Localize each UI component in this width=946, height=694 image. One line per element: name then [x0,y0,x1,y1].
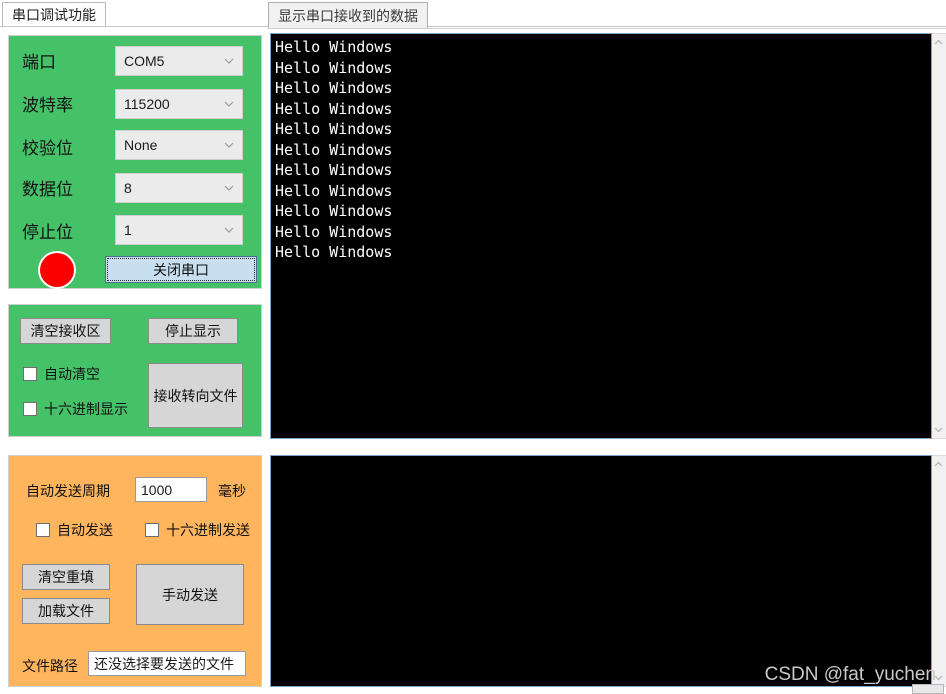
manual-send-button[interactable]: 手动发送 [136,564,244,625]
tab-receive-display[interactable]: 显示串口接收到的数据 [268,2,428,28]
status-led-icon [40,253,74,287]
checkbox-auto-send-label: 自动发送 [57,522,113,538]
checkbox-auto-send[interactable]: 自动发送 [36,520,113,540]
send-console-text [271,456,931,459]
combo-baudrate-value: 115200 [124,96,170,112]
label-port: 端口 [22,53,56,72]
label-milliseconds: 毫秒 [218,483,246,499]
scroll-down-icon[interactable] [932,422,945,437]
file-path-input[interactable]: 还没选择要发送的文件 [88,651,246,676]
checkbox-hex-display-box[interactable] [23,402,37,416]
checkbox-hex-send[interactable]: 十六进制发送 [145,520,250,540]
checkbox-hex-display[interactable]: 十六进制显示 [23,399,128,419]
tabstrip-divider-right [268,28,946,29]
checkbox-auto-send-box[interactable] [36,523,50,537]
receive-console-text: Hello Windows Hello Windows Hello Window… [275,38,393,261]
label-stopbits: 停止位 [22,223,73,242]
label-file-path: 文件路径 [22,658,78,674]
combo-baudrate[interactable]: 115200 [115,89,243,119]
auto-send-period-input[interactable]: 1000 [135,477,207,502]
label-baudrate: 波特率 [22,96,73,115]
chevron-down-icon [224,183,234,193]
tabstrip-divider [0,26,946,27]
load-file-button[interactable]: 加载文件 [22,598,110,624]
label-parity: 校验位 [22,139,73,158]
tab-main[interactable]: 串口调试功能 [2,2,106,26]
checkbox-auto-clear-label: 自动清空 [44,366,100,382]
checkbox-hex-display-label: 十六进制显示 [44,401,128,417]
chevron-down-icon [224,99,234,109]
receive-console[interactable]: Hello Windows Hello Windows Hello Window… [270,33,932,439]
combo-parity[interactable]: None [115,130,243,160]
combo-port[interactable]: COM5 [115,46,243,76]
chevron-down-icon [224,140,234,150]
clear-receive-button[interactable]: 清空接收区 [20,318,111,344]
combo-parity-value: None [124,137,158,153]
toggle-port-button[interactable]: 关闭串口 [105,256,257,283]
combo-databits[interactable]: 8 [115,173,243,203]
receive-console-scrollbar[interactable] [932,33,946,439]
send-console[interactable] [270,455,932,687]
label-auto-send-period: 自动发送周期 [26,483,110,499]
scroll-up-icon[interactable] [932,457,945,472]
label-databits: 数据位 [22,180,73,199]
checkbox-hex-send-label: 十六进制发送 [166,522,250,538]
chevron-down-icon [224,225,234,235]
checkbox-hex-send-box[interactable] [145,523,159,537]
scroll-down-icon[interactable] [932,670,945,685]
chevron-down-icon [224,56,234,66]
stop-display-button[interactable]: 停止显示 [148,318,238,344]
combo-stopbits-value: 1 [124,222,132,238]
checkbox-auto-clear[interactable]: 自动清空 [23,364,100,384]
combo-port-value: COM5 [124,53,165,69]
combo-databits-value: 8 [124,180,132,196]
combo-stopbits[interactable]: 1 [115,215,243,245]
checkbox-auto-clear-box[interactable] [23,367,37,381]
redirect-to-file-button[interactable]: 接收转向文件 [148,363,243,428]
application-window: 串口调试功能 显示串口接收到的数据 端口 波特率 校验位 数据位 停止位 COM… [0,0,946,694]
scroll-up-icon[interactable] [932,35,945,50]
send-console-scrollbar[interactable] [932,455,946,687]
resize-grip[interactable] [912,684,944,694]
clear-refill-button[interactable]: 清空重填 [22,564,110,590]
